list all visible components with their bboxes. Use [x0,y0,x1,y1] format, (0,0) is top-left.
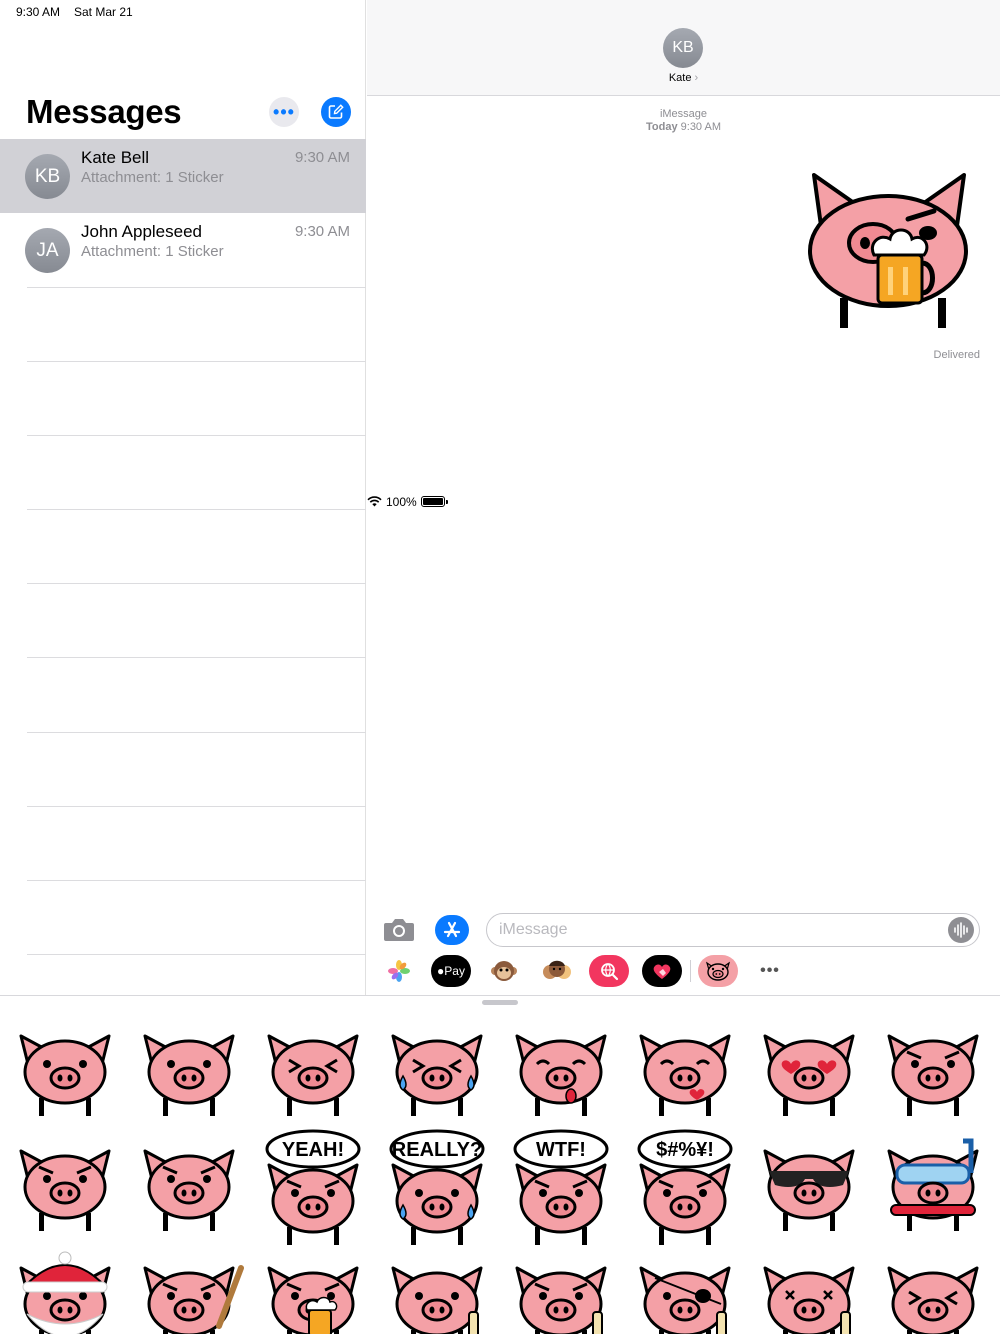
apple-pay-app-icon[interactable]: ● Pay [431,955,471,987]
page-title: Messages [26,93,182,130]
photos-app-icon[interactable] [379,955,419,987]
sticker-pig-dizzy[interactable] [763,1266,855,1334]
sticker-pig-grumpy[interactable] [267,1034,359,1116]
svg-text:REALLY?: REALLY? [392,1139,482,1161]
delivery-status: Delivered [933,349,980,361]
audio-message-button[interactable] [948,917,974,943]
conversation-time: 9:30 AM [294,223,350,240]
contact-name-button[interactable]: Kate › [367,72,1000,84]
more-apps-button[interactable]: ••• [750,955,790,987]
conversation-row-john-appleseed[interactable]: JA John Appleseed Attachment: 1 Sticker … [0,213,366,287]
row-divider [27,583,366,584]
ipad-screen: { "status_bar": { "time": "9:30 AM", "da… [0,0,1000,1334]
conversation-pane: KB Kate › iMessage Today 9:30 AM Deliver… [367,0,1000,995]
row-divider [27,509,366,510]
conversation-preview: Attachment: 1 Sticker [81,169,224,186]
pig-stickers-app-icon[interactable] [698,955,738,987]
digital-touch-app-icon[interactable] [642,955,682,987]
apple-logo-icon: ● [437,964,445,978]
sticker-pig-drinking[interactable] [515,1266,607,1334]
apple-pay-label: Pay [444,964,465,978]
sticker-pig-heart-eyes[interactable] [763,1034,855,1116]
conversation-preview: Attachment: 1 Sticker [81,243,224,260]
app-store-button[interactable] [435,915,469,945]
conversation-name: John Appleseed [81,222,202,241]
svg-text:$#%¥!: $#%¥! [656,1139,714,1161]
app-store-icon [443,921,461,938]
sticker-pig-santa[interactable] [19,1251,111,1334]
sticker-pig-beer[interactable] [267,1266,359,1334]
photos-flower-icon [388,960,410,982]
heart-hand-icon [653,964,671,979]
row-divider [27,287,366,288]
sticker-pig-wtf[interactable]: WTF! [513,1129,609,1245]
camera-icon[interactable] [383,916,415,942]
sticker-pig-snorkel[interactable] [887,1138,979,1231]
conversation-name: Kate Bell [81,148,150,167]
sticker-pig-yeah[interactable]: YEAH! [265,1129,361,1245]
conversation-time: 9:30 AM [294,149,350,166]
contact-avatar[interactable]: KB [663,28,703,68]
avatar: KB [25,154,70,199]
sticker-pig-happy[interactable] [887,1034,979,1116]
animoji-app-icon[interactable] [484,955,524,987]
sticker-drawer: YEAH! REALLY? WTF! $#%¥! [0,995,1000,1334]
app-strip-divider [690,960,691,982]
avatar: JA [25,228,70,273]
row-divider [27,954,366,955]
sent-sticker-pig-beer[interactable] [788,163,984,335]
sticker-pig-swearing[interactable]: $#%¥! [637,1129,733,1245]
timestamp-time: 9:30 AM [680,121,721,133]
pig-face-icon [705,961,731,981]
sticker-pig-kiss[interactable] [639,1034,731,1116]
message-input[interactable]: iMessage [486,913,980,947]
waveform-icon [954,922,968,938]
globe-search-icon [601,963,619,981]
timestamp-day: Today [646,121,678,133]
message-timestamp: iMessage Today 9:30 AM [367,108,1000,134]
monkey-icon [491,961,517,981]
memoji-faces-icon [543,960,571,979]
sticker-pig-smile[interactable] [143,1034,235,1116]
compose-button[interactable] [321,97,351,127]
svg-text:YEAH!: YEAH! [282,1139,344,1161]
row-divider [27,435,366,436]
sticker-pig-bottle[interactable] [391,1266,483,1334]
more-options-button[interactable]: ••• [269,97,299,127]
conversation-list-pane: Messages ••• KB Kate Bell Attachment: 1 … [0,0,366,995]
drawer-grabber[interactable] [482,1000,518,1005]
sticker-grid: YEAH! REALLY? WTF! $#%¥! [19,1034,979,1334]
memoji-app-icon[interactable] [537,955,577,987]
service-label: iMessage [659,108,708,120]
conversation-row-kate-bell[interactable]: KB Kate Bell Attachment: 1 Sticker 9:30 … [0,139,366,213]
sticker-pig-baseball-bat[interactable] [143,1265,244,1334]
web-images-app-icon[interactable] [589,955,629,987]
sticker-pig-angry-2[interactable] [143,1149,235,1231]
sticker-pig-pirate[interactable] [639,1266,731,1334]
contact-name: Kate [668,72,692,84]
ellipsis-icon: ••• [273,102,295,122]
row-divider [27,361,366,362]
row-divider [27,657,366,658]
sticker-pig-really[interactable]: REALLY? [389,1129,485,1245]
row-divider [27,732,366,733]
sticker-pig-squint[interactable] [887,1266,979,1334]
sticker-pig-neutral[interactable] [19,1034,111,1116]
imessage-app-strip: ● Pay ••• [379,955,989,991]
sticker-pig-tongue-out[interactable] [515,1034,607,1116]
composer-bar: iMessage [367,913,1000,947]
sticker-pig-angry[interactable] [19,1149,111,1231]
svg-text:WTF!: WTF! [536,1139,586,1161]
conversation-header: KB Kate › [367,0,1000,96]
row-divider [27,806,366,807]
chevron-right-icon: › [694,72,699,84]
ellipsis-icon: ••• [760,962,780,979]
sticker-pig-sunglasses[interactable] [763,1149,855,1231]
message-placeholder: iMessage [499,921,568,938]
sticker-pig-crying-laugh[interactable] [391,1034,483,1116]
compose-icon [328,104,344,119]
row-divider [27,880,366,881]
